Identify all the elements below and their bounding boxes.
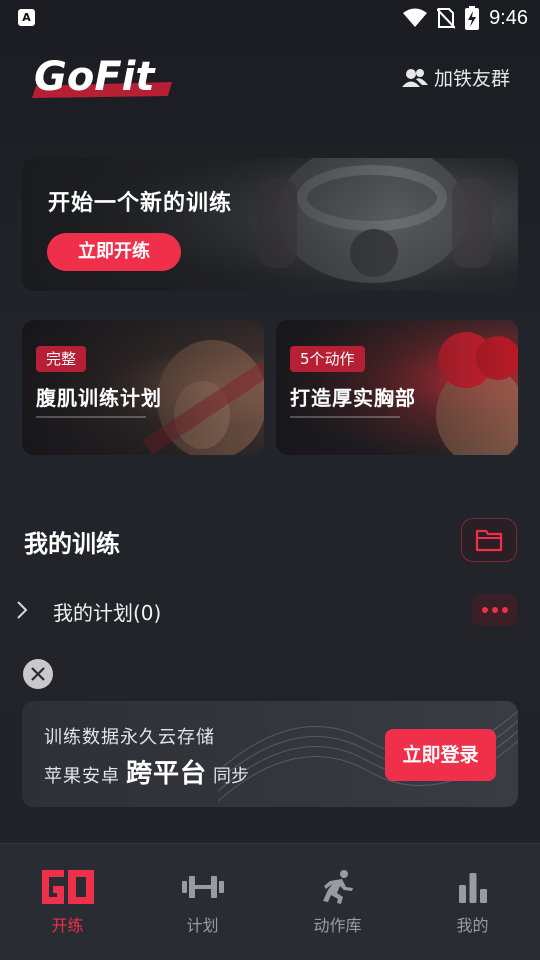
nav-tab-start[interactable]: 开练 [0,844,135,960]
abs-plan-card[interactable]: 完整 腹肌训练计划 [22,320,264,455]
app-notification-icon: A [18,9,35,26]
running-person-icon [322,870,353,904]
nav-label: 开练 [51,916,84,935]
platforms-label: 苹果安卓 [44,766,120,787]
cloud-storage-text: 训练数据永久云存储 [44,727,215,748]
dumbbell-icon [181,876,224,898]
start-training-card[interactable]: 开始一个新的训练 立即开练 [22,158,518,291]
more-options-button[interactable] [472,594,517,626]
chest-plan-card[interactable]: 5个动作 打造厚实胸部 [276,320,518,455]
nav-label: 我的 [456,916,489,935]
status-icons: 9:46 [403,6,528,30]
plan-tag: 完整 [36,346,87,372]
bar-chart-icon [458,873,487,903]
users-icon [401,68,428,87]
close-banner-button[interactable] [23,659,53,689]
no-sim-icon [437,8,456,29]
wifi-icon [403,8,428,27]
my-training-title: 我的训练 [24,530,120,558]
folder-icon [475,529,503,552]
my-plan-label: 我的计划(0) [53,601,162,625]
cloud-sync-banner[interactable]: 训练数据永久云存储 苹果安卓 跨平台 同步 立即登录 [22,701,518,807]
nav-tab-plan[interactable]: 计划 [135,844,270,960]
hero-title: 开始一个新的训练 [48,191,233,216]
plan-title: 腹肌训练计划 [36,386,162,410]
cross-platform-text: 苹果安卓 跨平台 同步 [44,753,249,790]
login-button[interactable]: 立即登录 [385,729,496,781]
folder-button[interactable] [461,518,517,562]
my-plan-row[interactable]: 我的计划(0) [0,590,540,632]
more-dot [481,607,488,613]
status-bar: A 9:46 [0,0,540,36]
join-group-button[interactable]: 加铁友群 [401,64,510,91]
plan-title: 打造厚实胸部 [290,386,416,410]
plan-tag: 5个动作 [290,346,365,372]
divider [290,416,400,418]
sync-label: 同步 [213,766,250,787]
more-dot [501,607,508,613]
bottom-navigation: 开练 计划 动作库 我的 [0,843,540,960]
go-icon [41,870,94,904]
nav-label: 计划 [186,916,219,935]
gofit-logo: GoFit [32,54,172,100]
clock: 9:46 [489,6,528,29]
battery-charging-icon [465,6,480,30]
nav-label: 动作库 [313,916,362,935]
close-icon [31,667,45,681]
join-group-label: 加铁友群 [433,68,510,90]
more-dot [491,607,498,613]
nav-tab-mine[interactable]: 我的 [405,844,540,960]
chevron-right-icon [17,601,28,619]
svg-text:GoFit: GoFit [34,54,156,100]
start-now-button[interactable]: 立即开练 [47,233,181,271]
hero-overlay [22,158,518,291]
divider [36,416,146,418]
cross-platform-emphasis: 跨平台 [126,759,208,789]
nav-tab-exercise-library[interactable]: 动作库 [270,844,405,960]
